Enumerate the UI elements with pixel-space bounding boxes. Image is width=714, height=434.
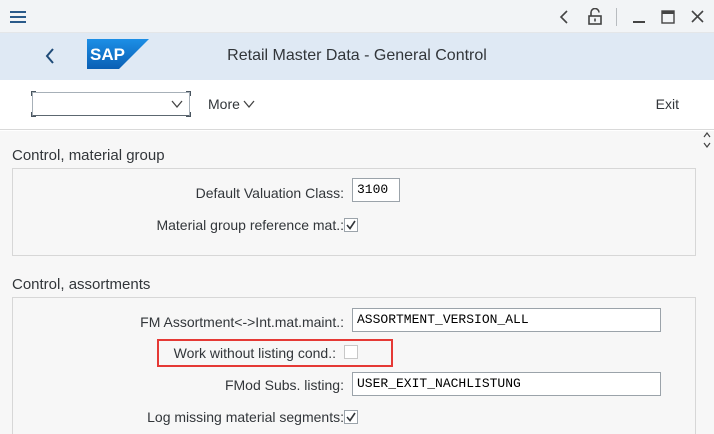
toolbar-separator (616, 8, 617, 26)
command-dropdown[interactable] (31, 91, 191, 117)
toolbar: More Exit (0, 80, 714, 130)
log-missing-segments-label: Log missing material segments: (147, 409, 344, 425)
svg-text:SAP: SAP (90, 45, 125, 64)
back-arrow-icon (45, 48, 54, 64)
focus-corner (186, 91, 191, 96)
chevron-down-icon (243, 100, 255, 109)
more-label: More (208, 96, 240, 112)
scroll-up-icon[interactable] (703, 131, 711, 139)
focus-corner (31, 112, 36, 117)
fm-assortment-label: FM Assortment<->Int.mat.maint.: (140, 314, 344, 330)
focus-corner (186, 112, 191, 117)
close-icon[interactable] (686, 0, 708, 33)
focus-corner (31, 91, 36, 96)
maximize-icon[interactable] (657, 0, 679, 33)
material-group-reference-label: Material group reference mat.: (156, 217, 344, 233)
more-button[interactable]: More (208, 96, 255, 112)
minimize-icon[interactable] (628, 0, 650, 33)
default-valuation-class-field[interactable]: 3100 (352, 178, 400, 202)
fm-assortment-field[interactable]: ASSORTMENT_VERSION_ALL (352, 308, 661, 332)
app-header: SAP Retail Master Data - General Control (0, 33, 714, 80)
group-title-material-group: Control, material group (12, 147, 165, 164)
chevron-left-icon[interactable] (554, 0, 574, 33)
work-without-listing-checkbox[interactable] (344, 345, 358, 359)
material-group-reference-checkbox[interactable] (344, 218, 358, 232)
menu-icon[interactable] (6, 0, 30, 33)
fmod-subs-listing-label: FMod Subs. listing: (224, 377, 344, 393)
vertical-scrollbar[interactable] (700, 131, 714, 434)
back-button[interactable] (36, 41, 64, 71)
checkmark-icon (346, 220, 356, 230)
window-titlebar (0, 0, 714, 33)
log-missing-segments-checkbox[interactable] (344, 410, 358, 424)
work-without-listing-label: Work without listing cond.: (173, 345, 336, 361)
default-valuation-class-label: Default Valuation Class: (195, 185, 344, 201)
group-title-assortments: Control, assortments (12, 276, 151, 293)
checkmark-icon (346, 412, 356, 422)
fmod-subs-listing-field[interactable]: USER_EXIT_NACHLISTUNG (352, 372, 661, 396)
page-title: Retail Master Data - General Control (227, 47, 487, 64)
sap-logo: SAP (87, 39, 149, 69)
content-area: Control, material group Default Valuatio… (0, 131, 714, 434)
exit-button[interactable]: Exit (656, 96, 679, 112)
chevron-down-icon (171, 100, 183, 109)
unlock-icon[interactable] (584, 0, 606, 33)
scroll-down-icon[interactable] (703, 141, 711, 149)
